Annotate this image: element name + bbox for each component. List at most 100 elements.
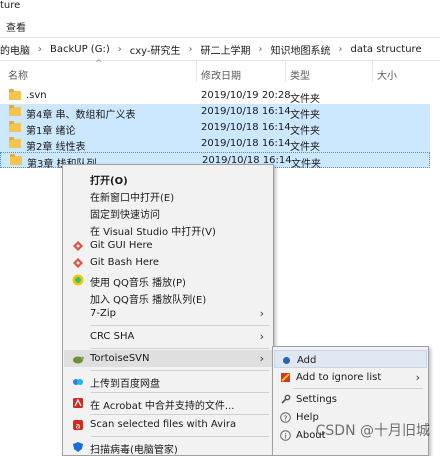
- folder-icon: [9, 105, 21, 116]
- breadcrumb-folder[interactable]: 研二上学期: [201, 42, 251, 57]
- menu-item-label: 扫描病毒(电脑管家): [90, 445, 178, 456]
- file-name: 第4章 串、数组和广义表: [26, 110, 136, 121]
- breadcrumb-drive[interactable]: BackUP (G:): [50, 44, 110, 55]
- svg-text:a: a: [76, 422, 81, 431]
- watermark: CSDN @十月旧城: [315, 423, 430, 439]
- submenu-item-label: Add to ignore list: [296, 372, 382, 383]
- chevron-right-icon: ›: [259, 307, 264, 320]
- file-name: 第2章 线性表: [26, 142, 86, 153]
- file-modified: 2019/10/18 16:14: [201, 138, 291, 149]
- menu-item-label: 在 Visual Studio 中打开(V): [90, 227, 216, 238]
- svg-text:?: ?: [284, 415, 288, 423]
- menu-separator: [91, 348, 269, 349]
- menu-item-7zip[interactable]: 7-Zip ›: [64, 305, 272, 322]
- chevron-right-icon: ›: [38, 43, 42, 55]
- column-header-modified[interactable]: 修改日期: [201, 67, 241, 82]
- folder-icon: [9, 121, 21, 132]
- menu-item-label: 使用 QQ音乐 播放(P): [90, 278, 186, 289]
- sort-ascending-icon: ^: [95, 59, 103, 69]
- submenu-item-add[interactable]: Add: [274, 350, 427, 368]
- file-row[interactable]: .svn 2019/10/19 20:28 文件夹: [0, 88, 440, 105]
- folder-icon: [10, 154, 22, 165]
- window-title: ture: [0, 0, 21, 11]
- menu-item-acrobat-combine[interactable]: 在 Acrobat 中合并支持的文件...: [64, 394, 272, 412]
- avira-icon: a: [73, 420, 83, 431]
- ignore-icon: [281, 373, 290, 382]
- menu-item-label: Git GUI Here: [90, 240, 153, 251]
- file-type: 文件夹: [290, 126, 320, 137]
- submenu-item-label: Add: [297, 355, 317, 366]
- tortoise-icon: [73, 356, 84, 364]
- menu-separator: [91, 414, 269, 415]
- breadcrumb-this-pc[interactable]: 的电脑: [0, 42, 30, 57]
- menu-item-qq-music-play[interactable]: 使用 QQ音乐 播放(P): [64, 271, 272, 289]
- column-divider[interactable]: [285, 60, 286, 82]
- menu-item-virus-scan[interactable]: 扫描病毒(电脑管家): [64, 438, 272, 456]
- menu-item-label: CRC SHA: [90, 331, 135, 342]
- shield-icon: [73, 442, 83, 452]
- qq-music-icon: [72, 274, 84, 286]
- chevron-right-icon: ›: [259, 330, 264, 343]
- submenu-item-ignore-list[interactable]: Add to ignore list ›: [274, 368, 427, 386]
- file-row[interactable]: 第1章 绪论 2019/10/18 16:14 文件夹: [0, 120, 430, 137]
- column-divider[interactable]: [372, 60, 373, 82]
- menu-item-open[interactable]: 打开(O): [64, 169, 272, 187]
- file-row[interactable]: 第2章 线性表 2019/10/18 16:14 文件夹: [0, 136, 430, 153]
- menu-item-label: 加入 QQ音乐 播放队列(E): [90, 295, 207, 306]
- file-modified: 2019/10/19 20:28: [201, 90, 291, 101]
- file-modified: 2019/10/18 16:14: [201, 122, 291, 133]
- submenu-item-settings[interactable]: Settings: [274, 390, 427, 408]
- menu-item-label: 7-Zip: [90, 308, 116, 319]
- breadcrumb-folder[interactable]: 知识地图系统: [271, 42, 331, 57]
- menu-item-pin-quick-access[interactable]: 固定到快速访问: [64, 203, 272, 221]
- menu-item-crc-sha[interactable]: CRC SHA ›: [64, 328, 272, 345]
- file-type: 文件夹: [290, 94, 320, 105]
- address-bar[interactable]: 的电脑 › BackUP (G:) › cxy-研究生 › 研二上学期 › 知识…: [0, 37, 440, 61]
- menu-item-label: Scan selected files with Avira: [90, 419, 237, 430]
- menu-item-label: TortoiseSVN: [90, 353, 150, 364]
- baidu-netdisk-icon: [73, 379, 83, 385]
- breadcrumb-current[interactable]: data structure: [351, 44, 422, 55]
- menu-item-label: 在新窗口中打开(E): [90, 193, 175, 204]
- folder-icon: [9, 137, 21, 148]
- submenu-item-label: Settings: [296, 394, 338, 405]
- folder-icon: [9, 89, 21, 100]
- menu-item-baidu-netdisk[interactable]: 上传到百度网盘: [64, 372, 272, 390]
- menu-separator: [91, 392, 269, 393]
- menu-item-avira-scan[interactable]: a Scan selected files with Avira: [64, 416, 272, 433]
- column-header-name[interactable]: 名称: [8, 67, 28, 82]
- menu-separator: [91, 325, 269, 326]
- chevron-right-icon: ›: [415, 371, 420, 384]
- ribbon-tab-view[interactable]: 查看: [6, 19, 26, 34]
- menu-separator: [91, 370, 269, 371]
- column-divider[interactable]: [196, 60, 197, 82]
- context-menu: 打开(O) 在新窗口中打开(E) 固定到快速访问 在 Visual Studio…: [62, 164, 274, 456]
- wrench-icon: [281, 394, 291, 404]
- menu-separator: [293, 388, 423, 389]
- column-header-type[interactable]: 类型: [290, 67, 310, 82]
- chevron-right-icon: ›: [259, 352, 264, 365]
- menu-item-label: 固定到快速访问: [90, 210, 160, 221]
- menu-item-label: Git Bash Here: [90, 257, 160, 268]
- menu-item-qq-music-queue[interactable]: 加入 QQ音乐 播放队列(E): [64, 288, 272, 306]
- menu-item-label: 上传到百度网盘: [90, 379, 160, 390]
- git-icon: [73, 241, 83, 251]
- svg-text:i: i: [285, 433, 287, 441]
- menu-item-open-visual-studio[interactable]: 在 Visual Studio 中打开(V): [64, 220, 272, 238]
- file-row[interactable]: 第4章 串、数组和广义表 2019/10/18 16:14 文件夹: [0, 104, 430, 121]
- breadcrumb-folder[interactable]: cxy-研究生: [130, 42, 181, 57]
- menu-item-git-bash[interactable]: Git Bash Here: [64, 254, 272, 271]
- info-icon: i: [280, 430, 291, 441]
- file-name: 第1章 绪论: [26, 126, 76, 137]
- column-header-size[interactable]: 大小: [377, 67, 397, 82]
- file-type: 文件夹: [291, 159, 321, 170]
- chevron-right-icon: ›: [258, 43, 263, 55]
- chevron-right-icon: ›: [188, 43, 193, 55]
- menu-item-tortoisesvn[interactable]: TortoiseSVN ›: [64, 350, 272, 367]
- menu-item-open-new-window[interactable]: 在新窗口中打开(E): [64, 186, 272, 204]
- menu-item-label: 在 Acrobat 中合并支持的文件...: [90, 401, 235, 412]
- add-icon: [283, 357, 290, 364]
- git-icon: [73, 258, 83, 268]
- menu-separator: [91, 436, 269, 437]
- menu-item-git-gui[interactable]: Git GUI Here: [64, 237, 272, 254]
